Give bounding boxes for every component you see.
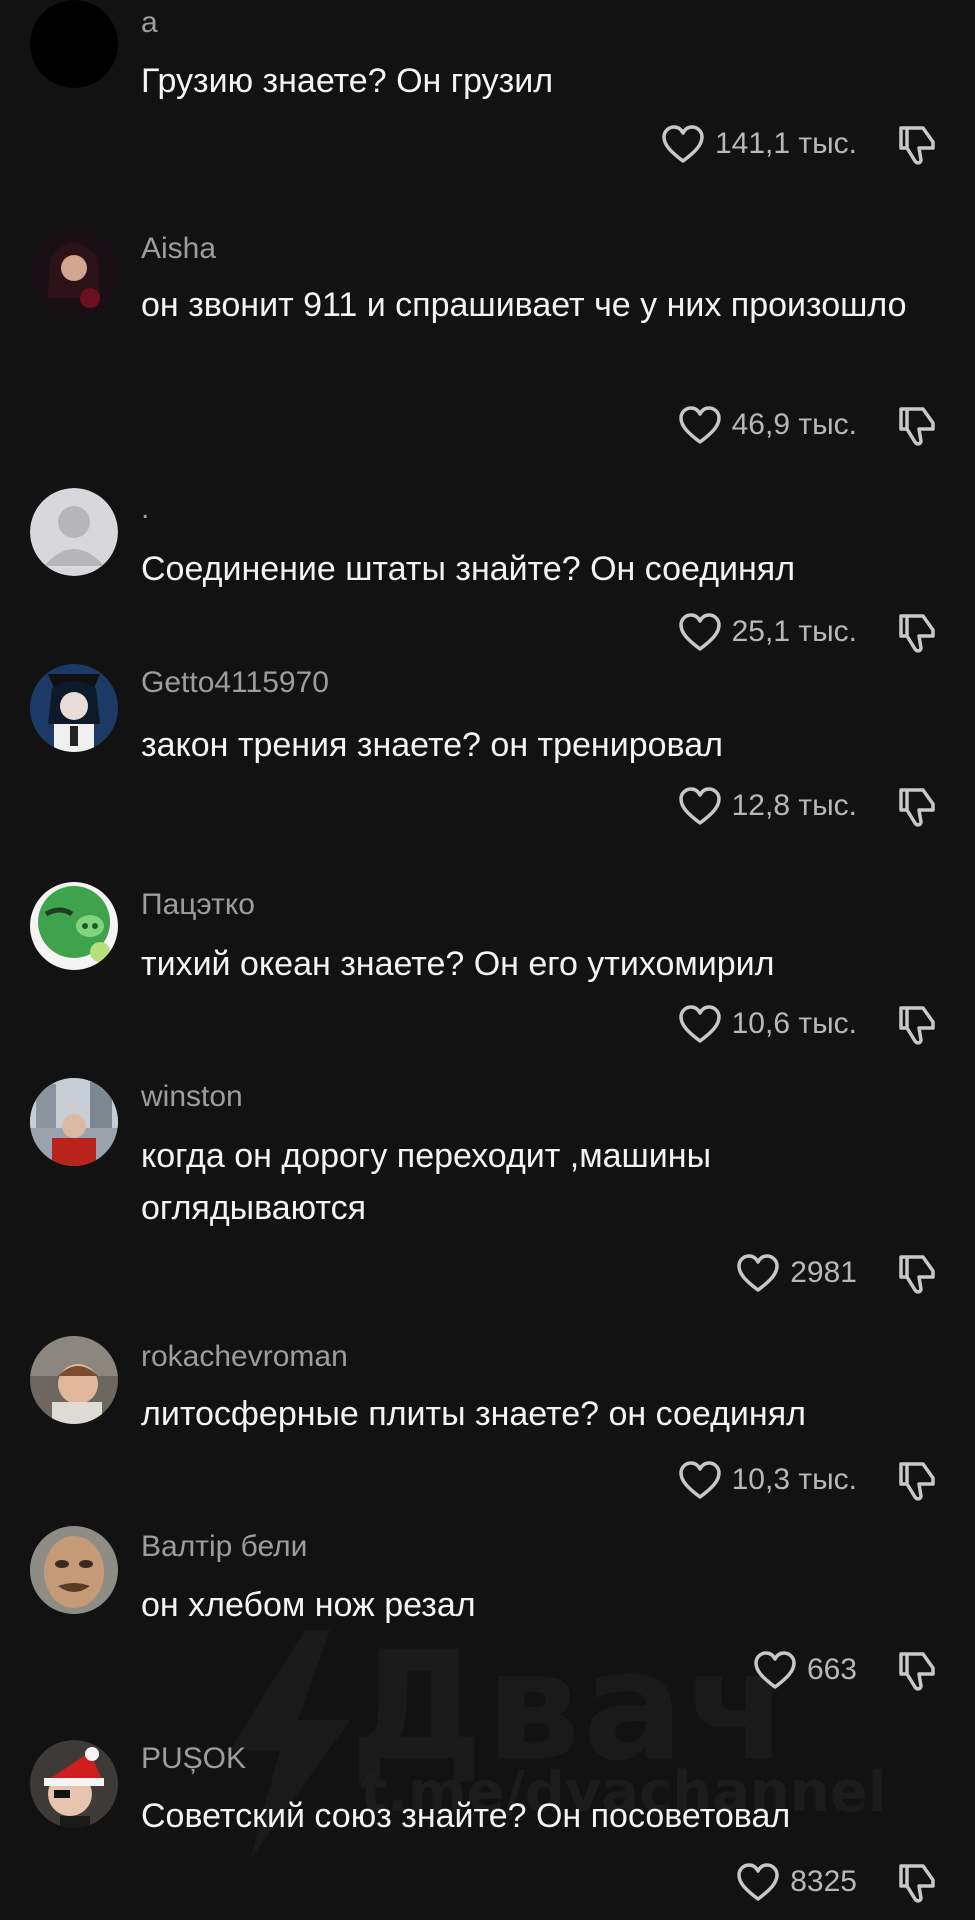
username[interactable]: PUȘOK <box>141 1742 246 1776</box>
comment-text: тихий океан знаете? Он его утихомирил <box>141 945 775 983</box>
username[interactable]: Валтір бели <box>141 1530 307 1564</box>
username[interactable]: Getto4115970 <box>141 666 329 700</box>
like-count: 10,6 тыс. <box>731 1007 857 1040</box>
heart-outline-icon <box>737 1863 779 1901</box>
thumbs-down-icon <box>899 1006 935 1045</box>
thumbs-down-icon <box>899 788 935 827</box>
comment-text: Соединение штаты знайте? Он соединял <box>141 550 796 588</box>
like-count: 46,9 тыс. <box>731 408 857 441</box>
like-count: 8325 <box>790 1865 857 1898</box>
comment-text: Советский союз знайте? Он посоветовал <box>141 1797 791 1835</box>
comment-text: он хлебом нож резал <box>141 1586 476 1624</box>
comment-item: rokachevroman литосферные плиты знаете? … <box>0 1336 975 1506</box>
thumbs-down-icon <box>899 1864 935 1903</box>
heart-outline-icon <box>678 787 721 825</box>
heart-outline-icon <box>737 1254 779 1292</box>
comment-actions: 2981 <box>736 1251 937 1295</box>
comment-actions: 10,3 тыс. <box>678 1458 937 1502</box>
comment-item: Aisha он звонит 911 и спрашивает че у ни… <box>0 228 975 458</box>
comment-item: winston когда он дорогу переходит ,машин… <box>0 1078 975 1308</box>
username[interactable]: a <box>141 6 158 40</box>
comment-item: . Соединение штаты знайте? Он соединял 2… <box>0 488 975 658</box>
username[interactable]: Пацэтко <box>141 888 255 922</box>
dislike-button[interactable] <box>893 1458 937 1502</box>
comment-text: Грузию знаете? Он грузил <box>141 62 554 100</box>
like-button[interactable]: 46,9 тыс. <box>678 405 857 445</box>
dislike-button[interactable] <box>893 1002 937 1046</box>
username[interactable]: Aisha <box>141 232 216 266</box>
comment-actions: 10,6 тыс. <box>678 1002 937 1046</box>
heart-outline-icon <box>662 125 704 163</box>
like-count: 12,8 тыс. <box>731 789 857 822</box>
username[interactable]: . <box>141 492 149 526</box>
comment-actions: 8325 <box>736 1860 937 1904</box>
comment-item: a Грузию знаете? Он грузил 141,1 тыс. <box>0 0 975 190</box>
heart-outline-icon <box>678 406 721 444</box>
comment-item: Пацэтко тихий океан знаете? Он его утихо… <box>0 882 975 1052</box>
thumbs-down-icon <box>899 614 935 653</box>
comment-text: когда он дорогу переходит ,машины огляды… <box>141 1137 712 1227</box>
thumbs-down-icon <box>899 1462 935 1501</box>
comment-item: Getto4115970 закон трения знаете? он тре… <box>0 664 975 834</box>
comment-text: закон трения знаете? он тренировал <box>141 726 723 764</box>
heart-outline-icon <box>678 1005 721 1043</box>
heart-outline-icon <box>678 613 721 651</box>
heart-outline-icon <box>754 1651 796 1689</box>
username[interactable]: winston <box>141 1080 243 1114</box>
comment-actions: 141,1 тыс. <box>661 122 937 166</box>
avatar[interactable] <box>30 664 118 752</box>
comment-actions: 12,8 тыс. <box>678 784 937 828</box>
avatar[interactable] <box>30 228 118 316</box>
comment-item: Валтір бели он хлебом нож резал 663 <box>0 1526 975 1696</box>
dislike-button[interactable] <box>893 1648 937 1692</box>
dislike-button[interactable] <box>893 403 937 447</box>
thumbs-down-icon <box>899 126 935 165</box>
avatar[interactable] <box>30 488 118 576</box>
dislike-button[interactable] <box>893 1251 937 1295</box>
avatar[interactable] <box>30 0 118 88</box>
like-button[interactable]: 10,6 тыс. <box>678 1004 857 1044</box>
like-button[interactable]: 10,3 тыс. <box>678 1460 857 1500</box>
dislike-button[interactable] <box>893 610 937 654</box>
comment-actions: 46,9 тыс. <box>678 403 937 447</box>
username[interactable]: rokachevroman <box>141 1340 348 1374</box>
comment-text: литосферные плиты знаете? он соединял <box>141 1395 806 1433</box>
like-button[interactable]: 663 <box>753 1650 857 1690</box>
thumbs-down-icon <box>899 1652 935 1691</box>
like-button[interactable]: 141,1 тыс. <box>661 124 857 164</box>
like-count: 663 <box>806 1653 857 1686</box>
comment-item: PUȘOK Советский союз знайте? Он посовето… <box>0 1740 975 1920</box>
thumbs-down-icon <box>899 1255 935 1294</box>
like-count: 25,1 тыс. <box>731 615 857 648</box>
comment-actions: 25,1 тыс. <box>678 610 937 654</box>
avatar[interactable] <box>30 1740 118 1828</box>
avatar[interactable] <box>30 1078 118 1166</box>
avatar[interactable] <box>30 1336 118 1424</box>
dislike-button[interactable] <box>893 1860 937 1904</box>
like-count: 141,1 тыс. <box>714 127 857 160</box>
like-count: 10,3 тыс. <box>731 1463 857 1496</box>
thumbs-down-icon <box>899 407 935 446</box>
dislike-button[interactable] <box>893 122 937 166</box>
avatar[interactable] <box>30 1526 118 1614</box>
avatar[interactable] <box>30 882 118 970</box>
like-button[interactable]: 2981 <box>736 1253 857 1293</box>
comment-text: он звонит 911 и спрашивает че у них прои… <box>141 286 907 324</box>
comment-actions: 663 <box>753 1648 937 1692</box>
like-count: 2981 <box>790 1256 857 1289</box>
like-button[interactable]: 8325 <box>736 1862 857 1902</box>
heart-outline-icon <box>678 1461 721 1499</box>
dislike-button[interactable] <box>893 784 937 828</box>
like-button[interactable]: 12,8 тыс. <box>678 786 857 826</box>
like-button[interactable]: 25,1 тыс. <box>678 612 857 652</box>
